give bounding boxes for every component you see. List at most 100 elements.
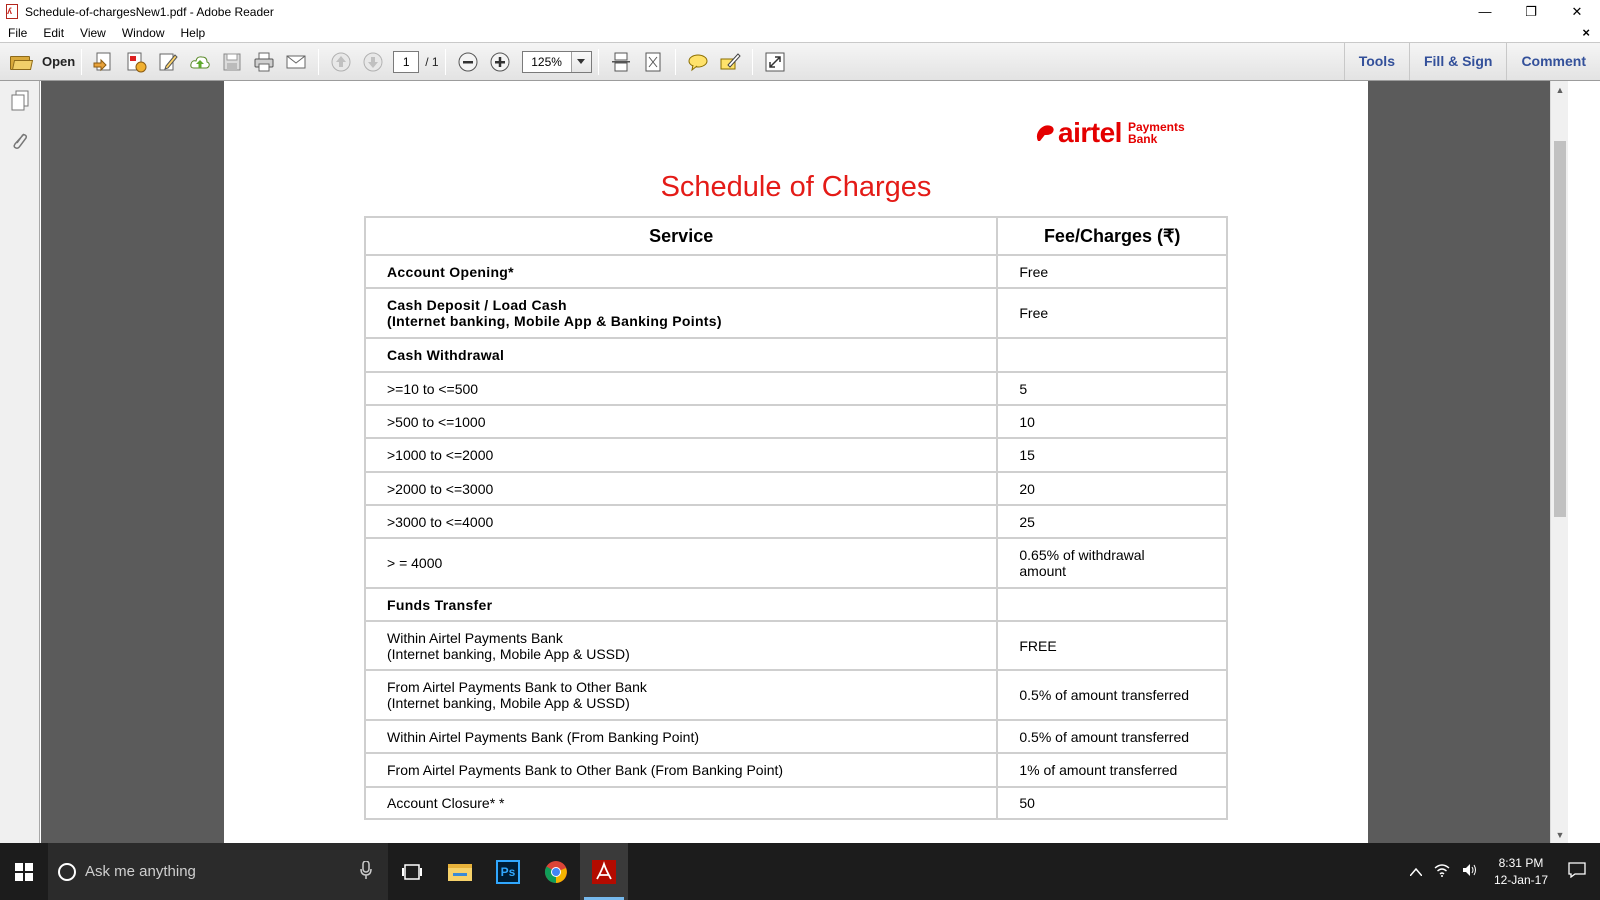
table-header-row: Service Fee/Charges (₹) <box>363 216 1228 256</box>
print-icon <box>254 52 274 71</box>
scroll-mode-icon <box>611 52 630 71</box>
menu-edit[interactable]: Edit <box>35 26 72 40</box>
photoshop-icon: Ps <box>496 859 520 884</box>
taskbar-adobe-reader[interactable] <box>580 843 628 900</box>
minimize-button[interactable]: — <box>1462 0 1508 23</box>
zoom-select[interactable]: 125% <box>521 50 592 73</box>
table-row: From Airtel Payments Bank to Other Bank(… <box>363 669 1228 721</box>
table-row: Account Opening* Free <box>363 254 1228 289</box>
table-row: Cash Withdrawal <box>363 337 1228 373</box>
tools-pane-button[interactable]: Tools <box>1343 43 1409 80</box>
service-cell: >1000 to <=2000 <box>363 437 999 473</box>
close-button[interactable]: ✕ <box>1554 0 1600 23</box>
full-screen-button[interactable] <box>761 48 789 76</box>
page-number-input[interactable]: 1 <box>393 50 420 73</box>
fee-cell: 20 <box>996 471 1228 506</box>
scrolling-mode-button[interactable] <box>607 48 635 76</box>
service-subtext: (Internet banking, Mobile App & USSD) <box>387 645 630 662</box>
action-center-icon[interactable] <box>1558 862 1600 881</box>
header-service: Service <box>363 216 999 256</box>
menu-help[interactable]: Help <box>173 26 214 40</box>
menu-view[interactable]: View <box>72 26 114 40</box>
chevron-down-icon[interactable] <box>570 51 591 72</box>
vertical-scrollbar[interactable]: ▲ ▼ <box>1550 81 1568 843</box>
system-clock[interactable]: 8:31 PM 12-Jan-17 <box>1484 855 1558 889</box>
toolbar-divider <box>444 48 446 75</box>
show-hidden-icons-chevron-icon[interactable] <box>1404 865 1428 879</box>
fee-text: 10 <box>1019 413 1035 430</box>
taskbar-photoshop[interactable]: Ps <box>484 843 532 900</box>
menu-file[interactable]: File <box>0 26 35 40</box>
zoom-out-button[interactable] <box>454 48 482 76</box>
wifi-icon[interactable] <box>1428 863 1456 880</box>
previous-page-button[interactable] <box>327 48 355 76</box>
file-explorer-icon <box>448 863 472 881</box>
fill-sign-pane-button[interactable]: Fill & Sign <box>1408 43 1506 80</box>
upload-button[interactable] <box>186 48 214 76</box>
save-button[interactable] <box>218 48 246 76</box>
cortana-search-box[interactable]: Ask me anything <box>48 843 388 900</box>
logo-subtitle-line2: Bank <box>1127 132 1158 146</box>
next-page-button[interactable] <box>359 48 387 76</box>
add-comment-button[interactable] <box>684 48 712 76</box>
service-text: Cash Deposit / Load Cash <box>387 297 567 313</box>
fee-cell: 5 <box>996 371 1228 406</box>
service-text: Account Opening* <box>387 263 514 280</box>
adobe-reader-icon: ʎ <box>5 3 19 20</box>
fit-page-button[interactable] <box>639 48 667 76</box>
fee-cell: 0.5% of amount transferred <box>996 719 1228 754</box>
table-row: >3000 to <=4000 25 <box>363 504 1228 539</box>
taskbar-file-explorer[interactable] <box>436 843 484 900</box>
volume-icon[interactable] <box>1456 863 1484 880</box>
paperclip-icon <box>13 133 28 149</box>
search-placeholder: Ask me anything <box>85 863 196 880</box>
adobe-reader-icon <box>592 859 616 884</box>
comment-pane-button[interactable]: Comment <box>1506 43 1600 80</box>
open-button[interactable]: Open <box>10 47 75 77</box>
highlight-button[interactable] <box>716 48 744 76</box>
start-button[interactable] <box>0 843 48 900</box>
table-row: >=10 to <=500 5 <box>363 371 1228 406</box>
task-view-button[interactable] <box>388 843 436 900</box>
print-button[interactable] <box>250 48 278 76</box>
scrollbar-thumb[interactable] <box>1554 141 1566 517</box>
window-title: Schedule-of-chargesNew1.pdf - Adobe Read… <box>25 4 274 19</box>
document-view[interactable]: airtel Payments Bank Schedule of Charges… <box>41 81 1550 843</box>
close-document-button[interactable]: × <box>1582 25 1590 40</box>
menu-window[interactable]: Window <box>114 26 173 40</box>
create-pdf-button[interactable] <box>90 48 118 76</box>
expand-icon <box>765 52 785 71</box>
scroll-up-arrow-icon[interactable]: ▲ <box>1551 81 1569 98</box>
attachments-button[interactable] <box>0 121 40 161</box>
export-pdf-button[interactable] <box>122 48 150 76</box>
fee-cell <box>996 587 1228 622</box>
email-button[interactable] <box>282 48 310 76</box>
page-total: / 1 <box>425 54 439 69</box>
service-text: From Airtel Payments Bank to Other Bank … <box>387 762 784 778</box>
service-text: Within Airtel Payments Bank <box>387 629 563 646</box>
toolbar-divider <box>674 48 676 75</box>
menu-bar: File Edit View Window Help × <box>0 23 1600 43</box>
service-text: From Airtel Payments Bank to Other Bank <box>387 679 647 695</box>
fee-cell: FREE <box>996 620 1228 671</box>
edit-pdf-button[interactable] <box>154 48 182 76</box>
service-cell: Funds Transfer <box>363 587 999 622</box>
header-fee: Fee/Charges (₹) <box>996 216 1228 256</box>
table-row: >1000 to <=2000 15 <box>363 437 1228 473</box>
scroll-down-arrow-icon[interactable]: ▼ <box>1551 826 1569 843</box>
plus-circle-icon <box>490 52 510 71</box>
highlighter-icon <box>720 52 741 69</box>
service-text: >1000 to <=2000 <box>387 447 494 463</box>
taskbar-chrome[interactable] <box>532 843 580 900</box>
table-row: >2000 to <=3000 20 <box>363 471 1228 506</box>
zoom-in-button[interactable] <box>486 48 514 76</box>
page-thumbnails-button[interactable] <box>0 81 40 121</box>
fee-cell: 0.65% of withdrawal amount <box>996 537 1228 589</box>
speech-bubble-icon <box>688 54 708 71</box>
title-bar: ʎ Schedule-of-chargesNew1.pdf - Adobe Re… <box>0 0 1600 23</box>
charges-table: Service Fee/Charges (₹) Account Opening*… <box>363 216 1228 820</box>
restore-button[interactable]: ❐ <box>1508 0 1554 23</box>
cortana-icon <box>58 862 76 881</box>
clock-date: 12-Jan-17 <box>1493 872 1548 887</box>
microphone-icon[interactable] <box>360 861 372 879</box>
